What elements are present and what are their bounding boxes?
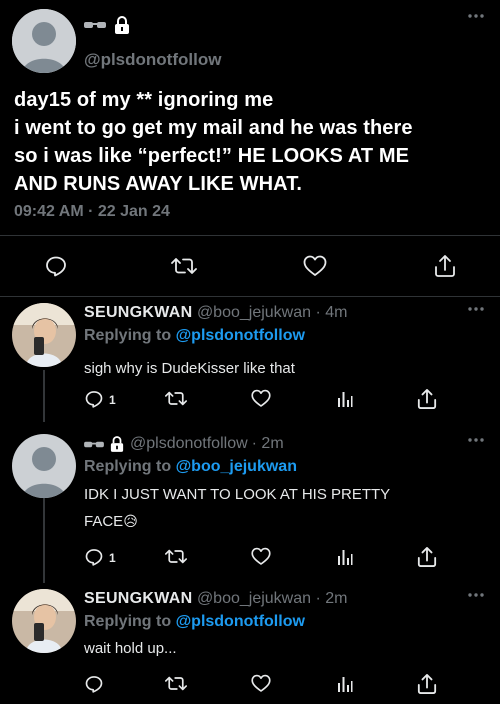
display-name[interactable]: SEUNGKWAN <box>84 590 192 607</box>
reply-icon[interactable] <box>84 547 104 567</box>
reply-tweet: SEUNGKWAN @boo_jejukwan · 2m Replying to… <box>0 583 500 704</box>
replying-to-label: Replying to <box>84 458 172 475</box>
reply-time: · 4m <box>315 304 348 321</box>
reply-header: SEUNGKWAN @boo_jejukwan · 2m <box>84 589 347 609</box>
sweat-emoji-icon: 😥 <box>123 513 138 529</box>
like-icon[interactable] <box>303 255 327 277</box>
retweet-icon[interactable] <box>165 674 187 693</box>
analytics-icon[interactable] <box>337 390 353 408</box>
reply-time: · 2m <box>315 590 348 607</box>
replying-to-handle[interactable]: @plsdonotfollow <box>176 613 305 630</box>
avatar-default[interactable] <box>12 434 76 498</box>
display-name[interactable]: SEUNGKWAN <box>84 304 192 321</box>
share-icon[interactable] <box>417 546 437 568</box>
share-icon[interactable] <box>417 388 437 410</box>
user-photo-icon <box>12 589 76 653</box>
handle[interactable]: @boo_jejukwan <box>197 304 311 321</box>
tweet-text-line: i went to go get my mail and he was ther… <box>14 117 413 139</box>
reply-time: · 2m <box>251 435 284 452</box>
reply-count: 1 <box>109 551 116 565</box>
replying-to: Replying to @plsdonotfollow <box>84 612 305 632</box>
reply-actions: 1 <box>84 546 454 570</box>
reply-icon[interactable] <box>44 254 68 278</box>
like-icon[interactable] <box>251 674 271 693</box>
tweet-text-line: AND RUNS AWAY LIKE WHAT. <box>14 173 302 195</box>
reply-text-line: FACE😥 <box>84 508 474 535</box>
tweet-actions <box>0 252 500 282</box>
sunglasses-icon <box>84 441 104 447</box>
replying-to-handle[interactable]: @plsdonotfollow <box>176 327 305 344</box>
default-avatar-icon <box>12 9 76 73</box>
reply-header: @plsdonotfollow · 2m <box>84 434 284 454</box>
reply-tweet: SEUNGKWAN @boo_jejukwan · 4m Replying to… <box>0 297 500 422</box>
replying-to: Replying to @plsdonotfollow <box>84 326 305 346</box>
reply-header: SEUNGKWAN @boo_jejukwan · 4m <box>84 303 347 323</box>
replying-to-label: Replying to <box>84 613 172 630</box>
reply-tweet: @plsdonotfollow · 2m Replying to @boo_je… <box>0 428 500 588</box>
sunglasses-icon <box>84 22 106 28</box>
like-icon[interactable] <box>251 389 271 408</box>
more-options-icon[interactable] <box>468 438 484 442</box>
avatar-seungkwan[interactable] <box>12 303 76 367</box>
more-options-icon[interactable] <box>468 307 484 311</box>
tweet-handle[interactable]: @plsdonotfollow <box>84 50 221 70</box>
retweet-icon[interactable] <box>165 547 187 566</box>
display-name-row <box>84 16 130 34</box>
reply-text: sigh why is DudeKisser like that <box>84 360 295 377</box>
reply-text-line: IDK I JUST WANT TO LOOK AT HIS PRETTY <box>84 486 391 503</box>
tweet-text: day15 of my ** ignoring me i went to go … <box>14 86 490 198</box>
analytics-icon[interactable] <box>337 675 353 693</box>
main-tweet: @plsdonotfollow day15 of my ** ignoring … <box>0 0 500 297</box>
lock-icon <box>110 436 124 452</box>
default-avatar-icon <box>12 434 76 498</box>
handle[interactable]: @boo_jejukwan <box>197 590 311 607</box>
tweet-text-line: so i was like “perfect!” HE LOOKS AT ME <box>14 145 410 167</box>
more-options-icon[interactable] <box>468 593 484 597</box>
tweet-timestamp[interactable]: 09:42 AM · 22 Jan 24 <box>14 203 170 221</box>
reply-icon[interactable] <box>84 389 104 409</box>
tweet-text-line: day15 of my ** ignoring me <box>14 89 274 111</box>
replying-to-label: Replying to <box>84 327 172 344</box>
reply-text: IDK I JUST WANT TO LOOK AT HIS PRETTY FA… <box>84 481 474 535</box>
avatar-default[interactable] <box>12 9 76 73</box>
reply-count: 1 <box>109 393 116 407</box>
retweet-icon[interactable] <box>171 255 197 277</box>
analytics-icon[interactable] <box>337 548 353 566</box>
lock-icon <box>115 16 129 34</box>
user-photo-icon <box>12 303 76 367</box>
reply-text-fragment: FACE <box>84 513 124 530</box>
divider <box>0 235 500 236</box>
share-icon[interactable] <box>417 673 437 695</box>
retweet-icon[interactable] <box>165 389 187 408</box>
replying-to-handle[interactable]: @boo_jejukwan <box>176 458 297 475</box>
reply-text: wait hold up... <box>84 640 177 657</box>
share-icon[interactable] <box>434 254 456 278</box>
reply-icon[interactable] <box>84 674 104 694</box>
handle[interactable]: @plsdonotfollow <box>130 434 248 454</box>
avatar-seungkwan[interactable] <box>12 589 76 653</box>
like-icon[interactable] <box>251 547 271 566</box>
reply-actions <box>84 673 454 697</box>
reply-actions: 1 <box>84 388 454 412</box>
replying-to: Replying to @boo_jejukwan <box>84 457 297 477</box>
more-options-icon[interactable] <box>468 14 484 18</box>
